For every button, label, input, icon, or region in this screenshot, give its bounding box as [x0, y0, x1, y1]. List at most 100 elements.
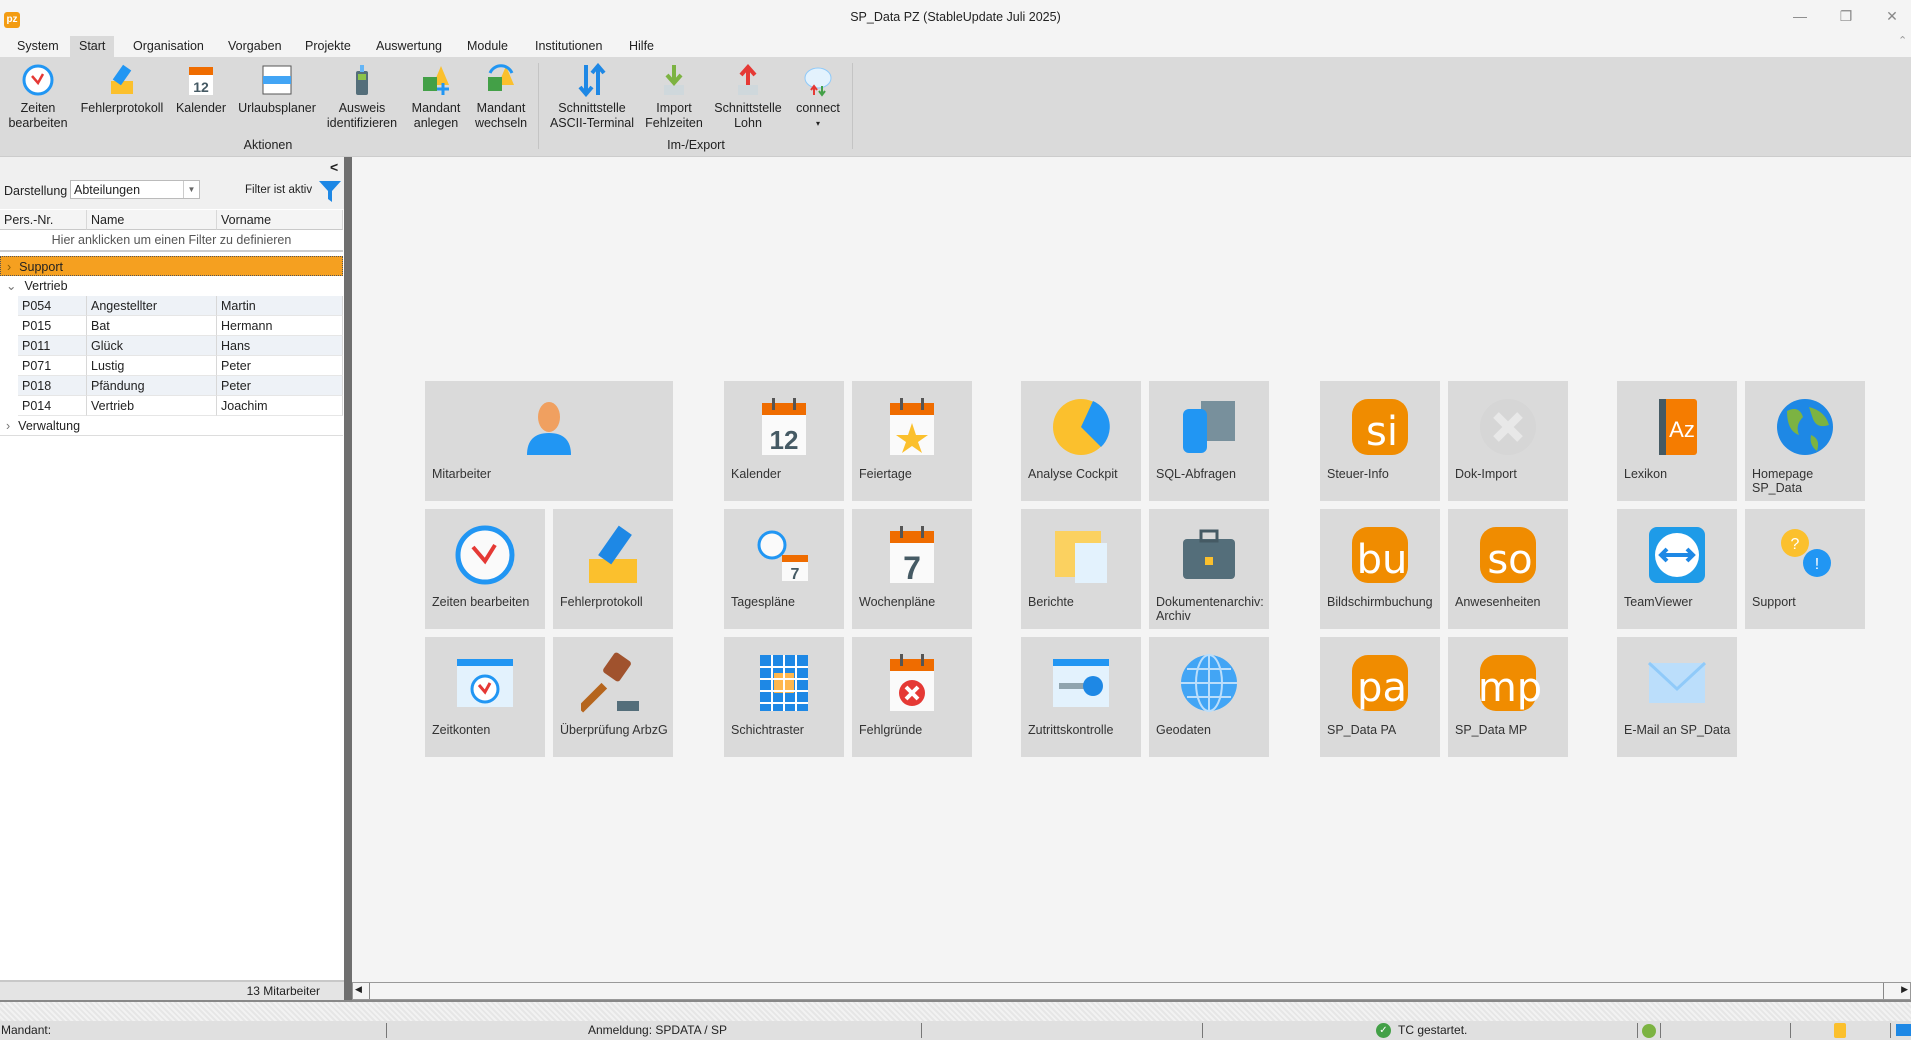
cell-persnr: P014 [18, 396, 87, 416]
tile-berichte[interactable]: Berichte [1021, 509, 1141, 629]
key-icon [1049, 651, 1113, 715]
tile-kalender[interactable]: 12 Kalender [724, 381, 844, 501]
title-bar: pz SP_Data PZ (StableUpdate Juli 2025) —… [0, 0, 1911, 36]
restore-button[interactable]: ❐ [1831, 8, 1861, 28]
ribbon-mandant-wechseln-button[interactable]: Mandant wechseln [470, 63, 532, 131]
tile-bildschirmbuchung[interactable]: bu Bildschirmbuchung [1320, 509, 1440, 629]
tile-label: Schichtraster [731, 723, 804, 737]
dok-icon [1476, 395, 1540, 459]
ribbon-zeiten-bearbeiten-button[interactable]: Zeiten bearbeiten [6, 63, 70, 131]
ribbon-kalender-button[interactable]: 12 Kalender [174, 63, 228, 116]
tile-lexikon[interactable]: Az Lexikon [1617, 381, 1737, 501]
expand-icon[interactable]: › [0, 419, 18, 433]
tile-schichtraster[interactable]: Schichtraster [724, 637, 844, 757]
menu-module[interactable]: Module [458, 36, 517, 57]
menu-institutionen[interactable]: Institutionen [526, 36, 611, 57]
tile-teamviewer[interactable]: TeamViewer [1617, 509, 1737, 629]
ribbon-connect-button[interactable]: connect ▾ [788, 63, 848, 131]
cal12-icon: 12 [752, 395, 816, 459]
ribbon-collapse-icon[interactable]: ⌃ [1898, 34, 1907, 47]
tile-analyse-cockpit[interactable]: Analyse Cockpit [1021, 381, 1141, 501]
tile-fehlgründe[interactable]: Fehlgründe [852, 637, 972, 757]
tile-support[interactable]: ?! Support [1745, 509, 1865, 629]
filter-icon[interactable] [318, 179, 342, 203]
horizontal-scrollbar[interactable]: ◀ ▶ [352, 982, 1911, 1000]
menu-hilfe[interactable]: Hilfe [620, 36, 663, 57]
scrollbar-thumb[interactable] [369, 983, 1884, 999]
tile-label: Mitarbeiter [432, 467, 492, 481]
collapse-icon[interactable]: ⌄ [0, 279, 24, 293]
ribbon-separator [852, 63, 853, 149]
menu-organisation[interactable]: Organisation [124, 36, 213, 57]
status-tc: TC gestartet. [1398, 1023, 1468, 1037]
tile-dok-import[interactable]: Dok-Import [1448, 381, 1568, 501]
cell-vorname: Martin [217, 296, 343, 316]
employee-count: 13 Mitarbeiter [0, 980, 344, 1000]
tile-dokumentenarchiv-archiv[interactable]: Dokumentenarchiv: Archiv [1149, 509, 1269, 629]
tile-wochenpläne[interactable]: 7 Wochenpläne [852, 509, 972, 629]
column-header-vorname[interactable]: Vorname [217, 210, 343, 230]
clock-icon [453, 523, 517, 587]
group-row-verwaltung[interactable]: › Verwaltung [0, 416, 343, 436]
close-button[interactable]: ✕ [1877, 8, 1907, 28]
menu-vorgaben[interactable]: Vorgaben [219, 36, 291, 57]
cell-persnr: P015 [18, 316, 87, 336]
si-icon: si [1348, 395, 1412, 459]
scroll-left-icon[interactable]: ◀ [355, 984, 362, 995]
ribbon-ausweis-identifizieren-button[interactable]: Ausweis identifizieren [326, 63, 398, 131]
panel-splitter[interactable] [344, 157, 352, 1000]
status-mandant: Mandant: [1, 1023, 52, 1037]
ribbon-fehlerprotokoll-button[interactable]: Fehlerprotokoll [80, 63, 164, 116]
ribbon-urlaubsplaner-button[interactable]: Urlaubsplaner [236, 63, 318, 116]
ribbon-schnittstelle-ascii-button[interactable]: Schnittstelle ASCII-Terminal [548, 63, 636, 131]
tile-label: Zeitkonten [432, 723, 491, 737]
ribbon-schnittstelle-lohn-button[interactable]: Schnittstelle Lohn [712, 63, 784, 131]
transfer-arrows-icon [578, 63, 606, 97]
tile-homepage-sp-data[interactable]: Homepage SP_Data [1745, 381, 1865, 501]
scroll-right-icon[interactable]: ▶ [1901, 984, 1908, 995]
tile-feiertage[interactable]: Feiertage [852, 381, 972, 501]
tile-geodaten[interactable]: Geodaten [1149, 637, 1269, 757]
panel-toolbar: < Darstellung Abteilungen ▼ Filter ist a… [0, 157, 344, 209]
cal7-icon: 7 [880, 523, 944, 587]
tile-e-mail-an-sp-data[interactable]: E-Mail an SP_Data [1617, 637, 1737, 757]
menu-auswertung[interactable]: Auswertung [367, 36, 451, 57]
group-row-support[interactable]: › Support [0, 256, 343, 276]
svg-text:si: si [1366, 409, 1398, 455]
ribbon-mandant-anlegen-button[interactable]: Mandant anlegen [406, 63, 466, 131]
column-header-persnr[interactable]: Pers.-Nr. [0, 210, 87, 230]
menu-start[interactable]: Start [70, 36, 115, 57]
so-icon: so [1476, 523, 1540, 587]
lock-icon[interactable] [1834, 1023, 1846, 1038]
tile-fehlerprotokoll[interactable]: Fehlerprotokoll [553, 509, 673, 629]
menu-system[interactable]: System [8, 36, 68, 57]
monitor-icon[interactable] [1896, 1024, 1911, 1036]
svg-text:7: 7 [791, 566, 800, 583]
collapse-panel-button[interactable]: < [330, 159, 338, 175]
group-row-vertrieb[interactable]: ⌄ Vertrieb [0, 276, 343, 296]
tile-überprüfung-arbzg[interactable]: Überprüfung ArbzG [553, 637, 673, 757]
minimize-button[interactable]: — [1785, 8, 1815, 28]
bu-icon: bu [1348, 523, 1412, 587]
column-header-name[interactable]: Name [87, 210, 217, 230]
tile-tagespläne[interactable]: 7 Tagespläne [724, 509, 844, 629]
tile-label: Homepage SP_Data [1752, 467, 1814, 495]
tile-label: SP_Data MP [1455, 723, 1528, 737]
tile-zeitkonten[interactable]: Zeitkonten [425, 637, 545, 757]
expand-icon[interactable]: › [1, 260, 19, 274]
tile-mitarbeiter[interactable]: Mitarbeiter [425, 381, 673, 501]
menu-projekte[interactable]: Projekte [296, 36, 360, 57]
tile-zeiten-bearbeiten[interactable]: Zeiten bearbeiten [425, 509, 545, 629]
svg-text:mp: mp [1478, 665, 1540, 711]
tile-sp-data-mp[interactable]: mp SP_Data MP [1448, 637, 1568, 757]
tile-sql-abfragen[interactable]: SQL-Abfragen [1149, 381, 1269, 501]
tile-steuer-info[interactable]: si Steuer-Info [1320, 381, 1440, 501]
cell-persnr: P011 [18, 336, 87, 356]
tile-sp-data-pa[interactable]: pa SP_Data PA [1320, 637, 1440, 757]
filter-definition-row[interactable]: Hier anklicken um einen Filter zu defini… [0, 230, 343, 252]
darstellung-select[interactable]: Abteilungen ▼ [70, 180, 200, 199]
tile-anwesenheiten[interactable]: so Anwesenheiten [1448, 509, 1568, 629]
chevron-down-icon[interactable]: ▼ [183, 181, 199, 198]
ribbon-import-fehlzeiten-button[interactable]: Import Fehlzeiten [642, 63, 706, 131]
tile-zutrittskontrolle[interactable]: Zutrittskontrolle [1021, 637, 1141, 757]
